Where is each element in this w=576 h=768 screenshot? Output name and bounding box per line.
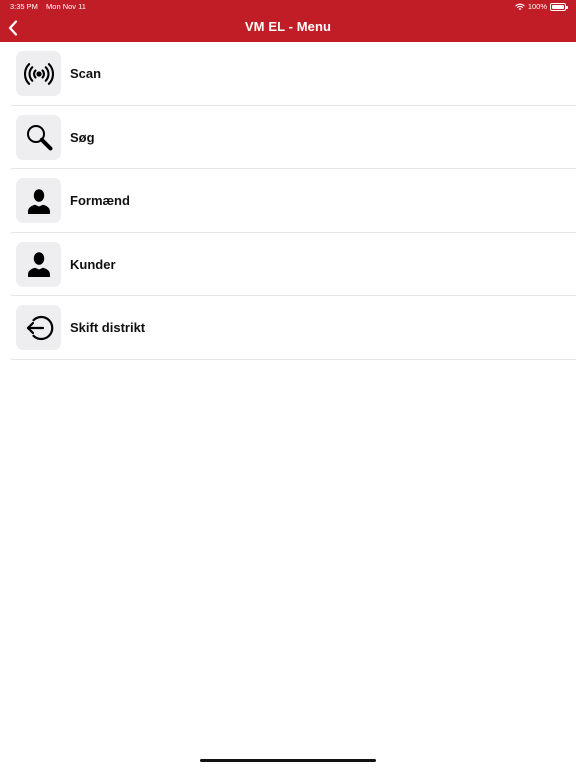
battery-fill [552,5,564,9]
status-left: 3:35 PM Mon Nov 11 [10,0,86,14]
page-title: VM EL - Menu [244,19,332,34]
sign-in-icon [26,315,53,340]
menu-icon-tile [16,178,61,224]
status-right: 100% [515,0,568,14]
battery-icon [550,3,568,11]
search-icon [26,125,52,151]
status-time: 3:35 PM [10,2,38,11]
menu-item-skift-distrikt[interactable]: Skift distrikt [0,296,576,360]
menu-icon-tile [16,305,61,351]
status-date: Mon Nov 11 [46,2,86,11]
menu-label-scan: Scan [70,66,102,82]
nav-bar: VM EL - Menu [0,14,576,42]
menu-icon-tile [16,51,61,97]
home-indicator[interactable] [200,759,376,762]
menu-label-kunder: Kunder [70,256,116,272]
menu-label-search: Søg [70,129,95,145]
menu-label-skift-distrikt: Skift distrikt [70,320,146,336]
broadcast-icon [23,62,54,85]
menu-item-formaend[interactable]: Formænd [0,169,576,233]
header: 3:35 PM Mon Nov 11 100% VM EL - Menu [0,0,576,42]
menu-item-kunder[interactable]: Kunder [0,233,576,297]
menu-label-formaend: Formænd [70,193,130,209]
wifi-icon [515,3,525,11]
battery-percentage: 100% [527,2,547,11]
menu-item-search[interactable]: Søg [0,106,576,170]
person-icon [27,252,50,278]
menu-icon-tile [16,114,61,160]
menu-item-scan[interactable]: Scan [0,42,576,106]
menu-list: Scan Søg Formænd Kunder Skift distrikt [0,42,576,360]
person-icon [27,188,50,214]
menu-icon-tile [16,241,61,287]
status-bar: 3:35 PM Mon Nov 11 100% [0,0,576,14]
menu-screen: 3:35 PM Mon Nov 11 100% VM EL - Menu Sca… [0,0,576,768]
